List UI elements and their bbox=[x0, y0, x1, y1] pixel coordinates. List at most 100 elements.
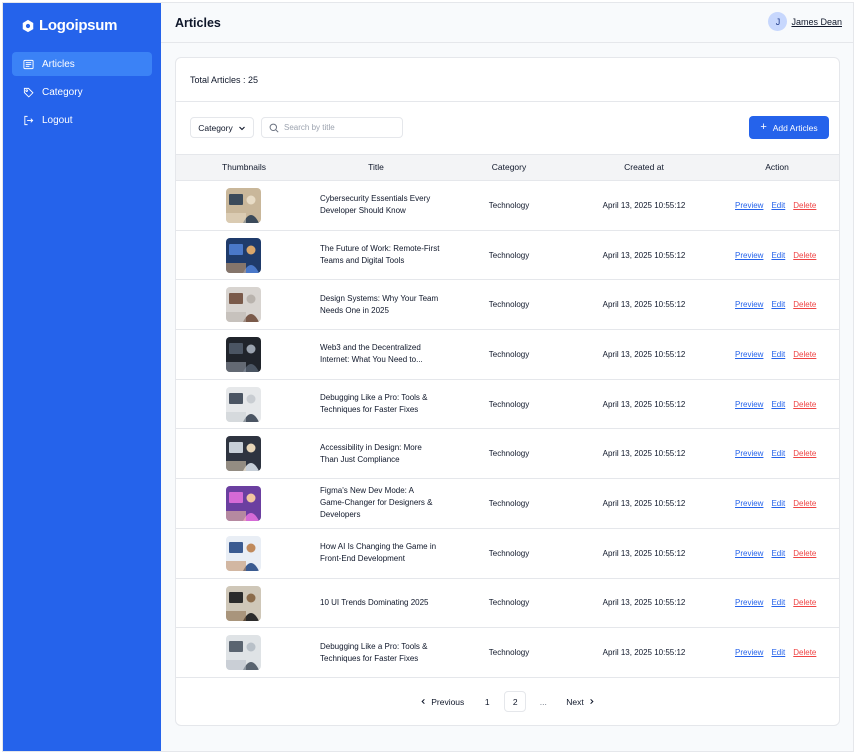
article-category: Technology bbox=[488, 300, 530, 310]
preview-link[interactable]: Preview bbox=[735, 400, 763, 409]
preview-link[interactable]: Preview bbox=[735, 300, 763, 309]
article-title: Debugging Like a Pro: Tools & Techniques… bbox=[320, 393, 428, 415]
article-created-at: April 13, 2025 10:55:12 bbox=[602, 598, 686, 608]
sidebar-item-label: Logout bbox=[42, 114, 73, 126]
column-header-title: Title bbox=[368, 162, 384, 172]
article-created-at: April 13, 2025 10:55:12 bbox=[602, 548, 686, 558]
article-category: Technology bbox=[488, 399, 530, 409]
table-row: Web3 and the Decentralized Internet: Wha… bbox=[176, 330, 839, 380]
row-actions: Preview Edit Delete bbox=[735, 380, 816, 429]
delete-link[interactable]: Delete bbox=[793, 598, 816, 607]
logout-icon bbox=[23, 115, 34, 126]
plus-icon: + bbox=[760, 121, 767, 133]
preview-link[interactable]: Preview bbox=[735, 499, 763, 508]
article-created-at: April 13, 2025 10:55:12 bbox=[602, 399, 686, 409]
preview-link[interactable]: Preview bbox=[735, 251, 763, 260]
edit-link[interactable]: Edit bbox=[771, 350, 785, 359]
sidebar-item-articles[interactable]: Articles bbox=[12, 52, 152, 76]
delete-link[interactable]: Delete bbox=[793, 201, 816, 210]
category-filter-label: Category bbox=[198, 122, 233, 133]
next-page-button[interactable]: Next bbox=[560, 691, 600, 712]
add-articles-label: Add Articles bbox=[772, 122, 818, 133]
column-header-category: Category bbox=[491, 162, 527, 172]
article-thumbnail bbox=[226, 436, 261, 472]
edit-link[interactable]: Edit bbox=[771, 251, 785, 260]
article-thumbnail bbox=[226, 486, 261, 522]
table-row: Debugging Like a Pro: Tools & Techniques… bbox=[176, 380, 839, 430]
column-header-created-at: Created at bbox=[624, 162, 664, 172]
table-row: The Future of Work: Remote-First Teams a… bbox=[176, 231, 839, 281]
add-articles-button[interactable]: + Add Articles bbox=[749, 116, 829, 139]
pagination: Previous 1 2 ... Next bbox=[176, 691, 839, 712]
row-actions: Preview Edit Delete bbox=[735, 479, 816, 528]
user-menu[interactable]: J James Dean bbox=[768, 12, 842, 31]
preview-link[interactable]: Preview bbox=[735, 201, 763, 210]
previous-page-button[interactable]: Previous bbox=[414, 691, 470, 712]
edit-link[interactable]: Edit bbox=[771, 598, 785, 607]
article-created-at: April 13, 2025 10:55:12 bbox=[602, 200, 686, 210]
article-category: Technology bbox=[488, 648, 530, 658]
article-created-at: April 13, 2025 10:55:12 bbox=[602, 300, 686, 310]
table-body: Cybersecurity Essentials Every Developer… bbox=[176, 181, 839, 678]
search-box bbox=[261, 117, 403, 138]
preview-link[interactable]: Preview bbox=[735, 648, 763, 657]
preview-link[interactable]: Preview bbox=[735, 549, 763, 558]
pagination-ellipsis: ... bbox=[539, 696, 547, 707]
edit-link[interactable]: Edit bbox=[771, 300, 785, 309]
delete-link[interactable]: Delete bbox=[793, 350, 816, 359]
page-button-1[interactable]: 1 bbox=[476, 691, 498, 712]
chevron-left-icon bbox=[420, 697, 427, 707]
user-name[interactable]: James Dean bbox=[791, 17, 842, 27]
table-row: Design Systems: Why Your Team Needs One … bbox=[176, 280, 839, 331]
delete-link[interactable]: Delete bbox=[793, 549, 816, 558]
edit-link[interactable]: Edit bbox=[771, 499, 785, 508]
delete-link[interactable]: Delete bbox=[793, 499, 816, 508]
article-thumbnail bbox=[226, 635, 261, 671]
article-category: Technology bbox=[488, 548, 530, 558]
delete-link[interactable]: Delete bbox=[793, 251, 816, 260]
article-thumbnail bbox=[226, 535, 261, 571]
edit-link[interactable]: Edit bbox=[771, 449, 785, 458]
search-input[interactable] bbox=[284, 123, 399, 132]
preview-link[interactable]: Preview bbox=[735, 350, 763, 359]
preview-link[interactable]: Preview bbox=[735, 598, 763, 607]
preview-link[interactable]: Preview bbox=[735, 449, 763, 458]
article-category: Technology bbox=[488, 349, 530, 359]
edit-link[interactable]: Edit bbox=[771, 201, 785, 210]
sidebar-item-label: Category bbox=[42, 86, 83, 98]
category-filter-dropdown[interactable]: Category bbox=[190, 117, 254, 138]
sidebar: Logoipsum Articles Category Logout bbox=[3, 3, 161, 751]
newspaper-icon bbox=[23, 59, 34, 70]
article-thumbnail bbox=[226, 337, 261, 373]
article-created-at: April 13, 2025 10:55:12 bbox=[602, 648, 686, 658]
article-title: Design Systems: Why Your Team Needs One … bbox=[320, 293, 439, 315]
divider bbox=[176, 101, 839, 102]
row-actions: Preview Edit Delete bbox=[735, 579, 816, 628]
article-title: Cybersecurity Essentials Every Developer… bbox=[320, 194, 431, 216]
total-articles: Total Articles : 25 bbox=[190, 75, 259, 85]
edit-link[interactable]: Edit bbox=[771, 648, 785, 657]
delete-link[interactable]: Delete bbox=[793, 648, 816, 657]
edit-link[interactable]: Edit bbox=[771, 549, 785, 558]
article-thumbnail bbox=[226, 287, 261, 323]
edit-link[interactable]: Edit bbox=[771, 400, 785, 409]
page-button-2[interactable]: 2 bbox=[504, 691, 527, 712]
row-actions: Preview Edit Delete bbox=[735, 429, 816, 478]
article-title: Web3 and the Decentralized Internet: Wha… bbox=[320, 343, 423, 365]
sidebar-item-logout[interactable]: Logout bbox=[12, 108, 152, 132]
delete-link[interactable]: Delete bbox=[793, 400, 816, 409]
delete-link[interactable]: Delete bbox=[793, 300, 816, 309]
articles-card: Total Articles : 25 Category + Add Artic… bbox=[175, 57, 840, 726]
article-title: The Future of Work: Remote-First Teams a… bbox=[320, 244, 440, 266]
article-category: Technology bbox=[488, 250, 530, 260]
delete-link[interactable]: Delete bbox=[793, 449, 816, 458]
table-row: 10 UI Trends Dominating 2025 Technology Ap… bbox=[176, 579, 839, 629]
row-actions: Preview Edit Delete bbox=[735, 231, 816, 280]
brand-logo[interactable]: Logoipsum bbox=[21, 17, 117, 34]
article-created-at: April 13, 2025 10:55:12 bbox=[602, 449, 686, 459]
previous-label: Previous bbox=[431, 696, 465, 707]
logo-icon bbox=[21, 19, 35, 33]
article-created-at: April 13, 2025 10:55:12 bbox=[602, 250, 686, 260]
sidebar-item-category[interactable]: Category bbox=[12, 80, 152, 104]
article-thumbnail bbox=[226, 188, 261, 223]
